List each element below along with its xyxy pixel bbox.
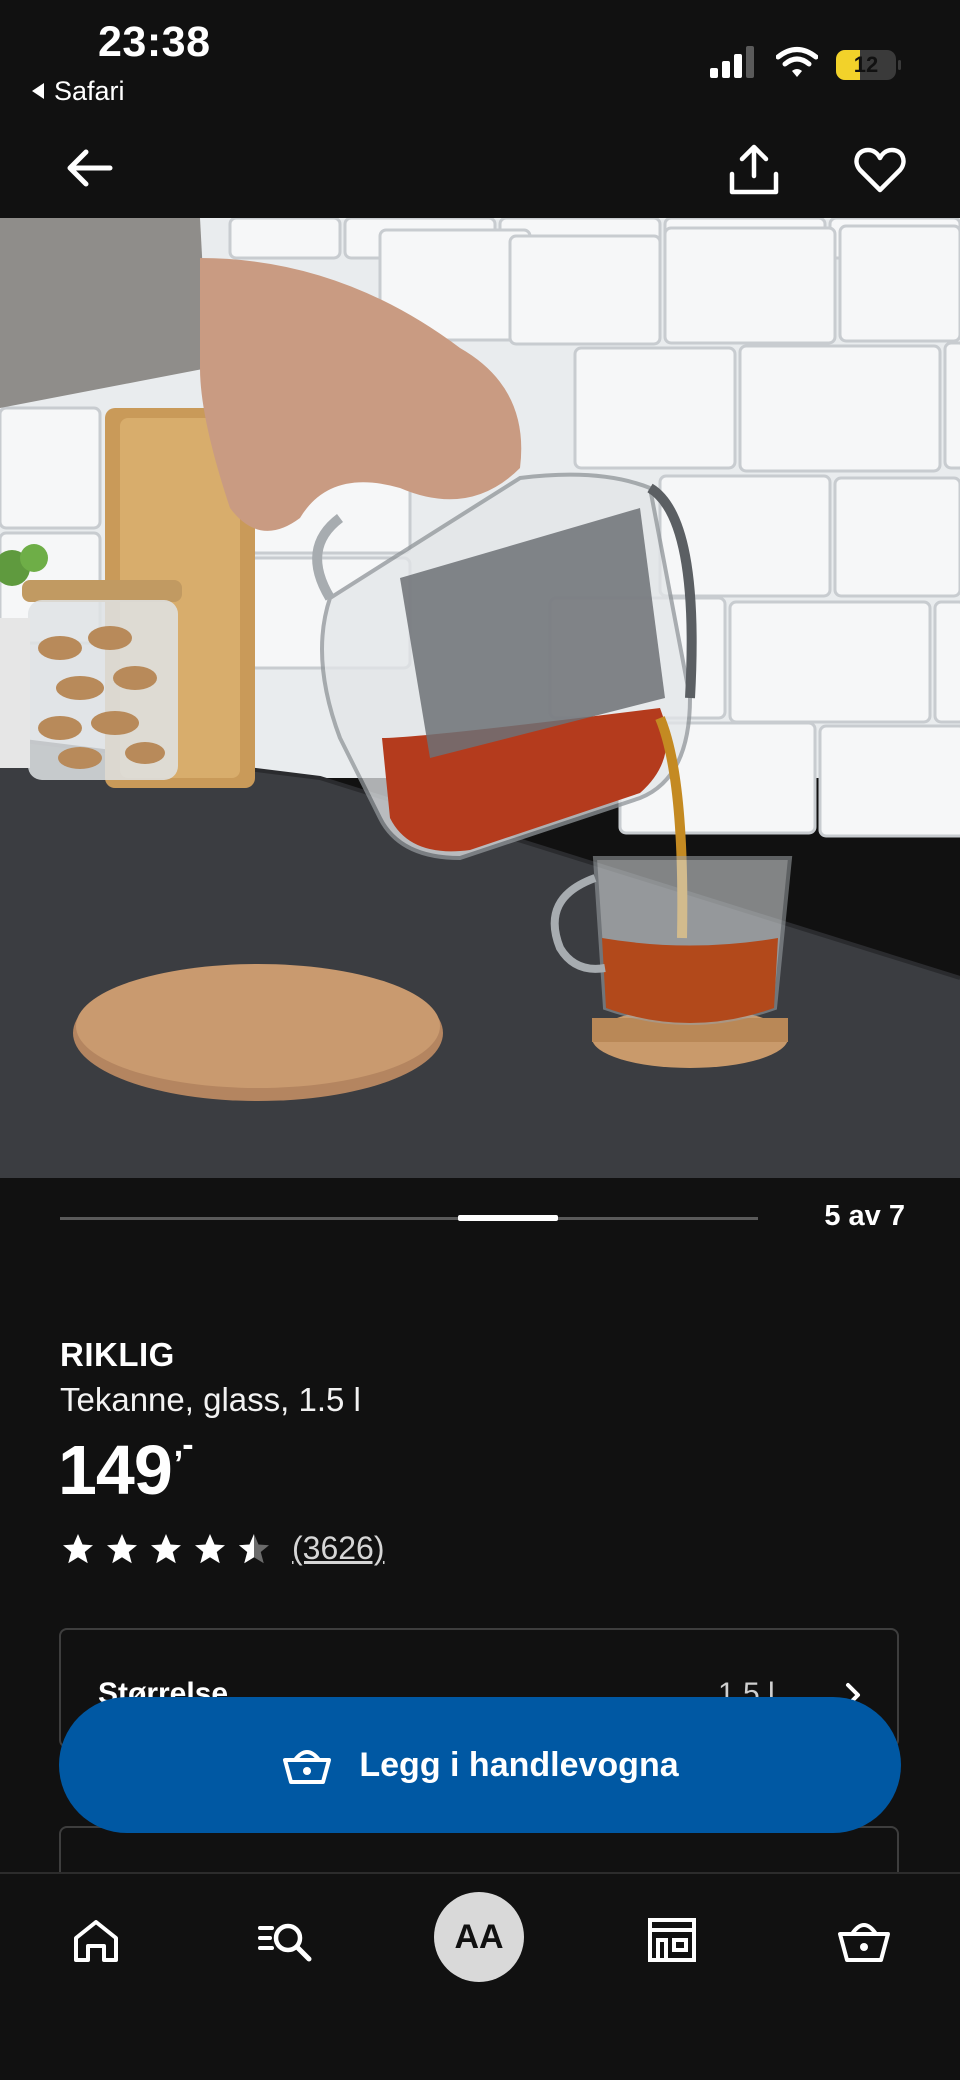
- battery-indicator: 12: [836, 49, 901, 80]
- tab-home[interactable]: [64, 1908, 128, 1972]
- back-app-label: Safari: [54, 76, 125, 106]
- product-description: Tekanne, glass, 1.5 l: [60, 1381, 361, 1418]
- status-icons: 12: [710, 46, 901, 83]
- arrow-left-icon: [67, 149, 113, 187]
- add-to-cart-button[interactable]: Legg i handlevogna: [59, 1697, 901, 1833]
- heart-icon: [854, 147, 906, 193]
- product-name: RIKLIG: [60, 1336, 175, 1373]
- product-price: 149,-: [58, 1426, 194, 1510]
- gallery-counter: 5 av 7: [824, 1200, 905, 1232]
- back-triangle-icon: [30, 76, 46, 107]
- tab-profile-avatar[interactable]: AA: [434, 1892, 524, 1982]
- signal-icon: [710, 46, 758, 83]
- product-rating[interactable]: (3626): [60, 1530, 385, 1567]
- tab-store[interactable]: [640, 1908, 704, 1972]
- favorite-button[interactable]: [854, 146, 910, 198]
- search-list-icon: [258, 1923, 312, 1962]
- rating-count-link[interactable]: (3626): [292, 1530, 385, 1567]
- battery-level: 12: [853, 51, 879, 77]
- wifi-icon: [775, 46, 819, 83]
- gallery-progress-indicator: [458, 1215, 558, 1221]
- product-image[interactable]: [0, 218, 960, 1178]
- tab-cart[interactable]: [832, 1908, 896, 1972]
- status-time: 23:38: [98, 18, 211, 66]
- star-full-icon: [63, 1533, 93, 1563]
- share-button[interactable]: [726, 142, 782, 198]
- tab-search[interactable]: [254, 1908, 318, 1972]
- add-to-cart-label: Legg i handlevogna: [359, 1745, 679, 1784]
- star-half-icon: [239, 1533, 269, 1563]
- star-full-icon: [151, 1533, 181, 1563]
- gallery-progress-track: [60, 1217, 758, 1220]
- price-value: 149: [58, 1431, 173, 1509]
- basket-icon: [283, 1750, 332, 1784]
- basket-icon: [838, 1923, 890, 1962]
- home-icon: [74, 1920, 118, 1962]
- back-button[interactable]: [62, 140, 118, 196]
- store-icon: [648, 1918, 696, 1962]
- price-suffix: ,-: [173, 1426, 194, 1464]
- star-full-icon: [107, 1533, 137, 1563]
- share-icon: [729, 144, 779, 195]
- star-full-icon: [195, 1533, 225, 1563]
- back-to-safari[interactable]: Safari: [30, 76, 125, 107]
